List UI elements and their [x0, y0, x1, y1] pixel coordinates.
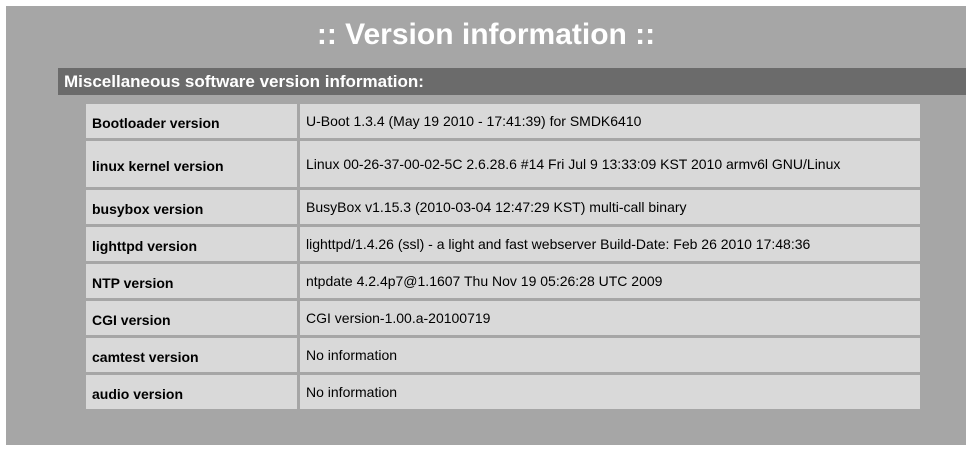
- row-value-lighttpd: lighttpd/1.4.26 (ssl) - a light and fast…: [300, 227, 920, 261]
- table-row: linux kernel version Linux 00-26-37-00-0…: [86, 141, 920, 187]
- row-label-ntp: NTP version: [86, 264, 300, 298]
- row-label-audio: audio version: [86, 375, 300, 409]
- row-value-bootloader: U-Boot 1.3.4 (May 19 2010 - 17:41:39) fo…: [300, 104, 920, 138]
- row-label-linux-kernel: linux kernel version: [86, 141, 300, 187]
- row-value-audio: No information: [300, 375, 920, 409]
- table-row: lighttpd version lighttpd/1.4.26 (ssl) -…: [86, 227, 920, 261]
- row-label-camtest: camtest version: [86, 338, 300, 372]
- row-value-busybox: BusyBox v1.15.3 (2010-03-04 12:47:29 KST…: [300, 190, 920, 224]
- table-row: camtest version No information: [86, 338, 920, 372]
- section-header: Miscellaneous software version informati…: [58, 68, 966, 95]
- page-title: :: Version information ::: [316, 18, 656, 51]
- table-row: audio version No information: [86, 375, 920, 409]
- row-value-cgi: CGI version-1.00.a-20100719: [300, 301, 920, 335]
- row-label-lighttpd: lighttpd version: [86, 227, 300, 261]
- version-table: Bootloader version U-Boot 1.3.4 (May 19 …: [86, 101, 920, 412]
- table-row: busybox version BusyBox v1.15.3 (2010-03…: [86, 190, 920, 224]
- version-panel: :: Version information :: Miscellaneous …: [6, 6, 966, 445]
- table-row: CGI version CGI version-1.00.a-20100719: [86, 301, 920, 335]
- table-row: NTP version ntpdate 4.2.4p7@1.1607 Thu N…: [86, 264, 920, 298]
- row-value-ntp: ntpdate 4.2.4p7@1.1607 Thu Nov 19 05:26:…: [300, 264, 920, 298]
- row-label-bootloader: Bootloader version: [86, 104, 300, 138]
- table-row: Bootloader version U-Boot 1.3.4 (May 19 …: [86, 104, 920, 138]
- row-label-busybox: busybox version: [86, 190, 300, 224]
- row-value-camtest: No information: [300, 338, 920, 372]
- row-value-linux-kernel: Linux 00-26-37-00-02-5C 2.6.28.6 #14 Fri…: [300, 141, 920, 187]
- row-label-cgi: CGI version: [86, 301, 300, 335]
